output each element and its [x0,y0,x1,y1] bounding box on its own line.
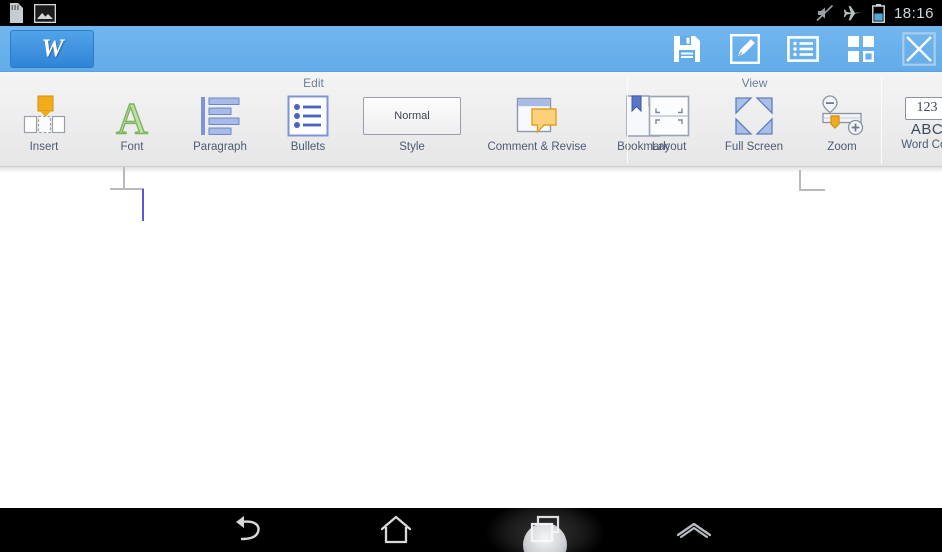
paragraph-icon [197,92,243,140]
menu-button[interactable] [634,508,754,552]
home-button[interactable] [336,508,456,552]
back-button[interactable] [188,508,308,552]
close-icon [902,32,936,66]
left-margin-mark-vertical [123,167,125,190]
mute-icon [816,4,834,22]
ribbon-item-word-count-label: Word Cou [901,139,942,151]
status-notification-icons [0,3,56,23]
svg-text:A: A [116,94,148,139]
app-title-bar: W [0,26,942,72]
ribbon-item-bullets[interactable]: Bullets [264,90,352,164]
chevron-up-icon [676,522,712,539]
ribbon-item-paragraph-label: Paragraph [193,141,247,153]
ribbon-item-bullets-label: Bullets [290,141,326,153]
bullets-icon [287,92,329,140]
word-count-number-box: 123 [905,96,942,120]
close-button[interactable] [902,32,936,66]
ribbon-group-view: View Layout Full Screen Zoom [628,72,881,166]
outline-button[interactable] [786,32,820,66]
ribbon-item-zoom[interactable]: Zoom [798,90,886,164]
zoom-slider-icon [817,92,867,140]
apps-button[interactable] [844,32,878,66]
document-canvas[interactable] [0,167,942,500]
word-count-icon: 123 ABC [905,96,942,138]
ribbon-item-layout[interactable]: Layout [628,90,710,164]
text-cursor [142,189,144,221]
ribbon-item-insert[interactable]: Insert [0,90,88,164]
ribbon-item-font-label: Font [120,141,144,153]
sd-card-icon [10,3,23,23]
airplane-mode-icon [843,6,862,21]
edit-button[interactable] [728,32,762,66]
grid-icon [848,36,875,63]
ribbon-item-layout-label: Layout [651,141,687,153]
left-margin-mark-horizontal [110,188,144,190]
ribbon-group-view-title: View [741,76,768,90]
ribbon-item-insert-label: Insert [29,141,59,153]
right-margin-mark-horizontal [799,189,825,191]
ribbon-item-paragraph[interactable]: Paragraph [176,90,264,164]
layout-icon [647,92,691,140]
home-icon [380,515,412,544]
ribbon-group-edit: Edit Insert A Font Paragraph Bullets Nor… [0,72,669,166]
word-count-abc: ABC [910,120,942,138]
status-clock: 18:16 [893,4,934,22]
pencil-icon [730,34,761,65]
app-logo-button[interactable]: W [10,30,94,68]
ribbon-item-font[interactable]: A Font [88,90,176,164]
ribbon-item-full-screen-label: Full Screen [724,141,784,153]
fullscreen-icon [731,92,777,140]
floppy-disk-icon [674,36,700,62]
ribbon-group-overflow: 123 ABC Word Cou [882,72,942,166]
insert-icon [20,92,68,140]
app-logo-label: W [41,35,63,62]
style-value: Normal [394,110,430,122]
ribbon-item-style-label: Style [399,141,425,153]
android-status-bar: 18:16 [0,0,942,26]
ribbon-group-edit-title: Edit [303,76,324,90]
right-margin-mark-vertical [799,170,801,191]
font-icon: A [109,92,155,140]
ribbon-item-style[interactable]: Normal Style [352,90,472,164]
list-icon [787,36,819,62]
battery-icon [872,3,885,23]
ribbon-item-word-count[interactable]: 123 ABC Word Cou [882,90,942,164]
ribbon-item-comment-revise-label: Comment & Revise [487,141,587,153]
style-value-box: Normal [363,97,461,135]
comment-icon [514,92,560,140]
android-navigation-bar [0,508,942,552]
ribbon-item-full-screen[interactable]: Full Screen [710,90,798,164]
status-system-icons: 18:16 [816,3,942,23]
app-toolbar [670,26,936,72]
ribbon-toolbar: Edit Insert A Font Paragraph Bullets Nor… [0,72,942,167]
ribbon-item-comment-revise[interactable]: Comment & Revise [472,90,602,164]
tablet-screen: 18:16 W Edit Insert A Font Paragraph Bul… [0,0,942,552]
image-icon [34,3,56,23]
save-button[interactable] [670,32,704,66]
ribbon-item-zoom-label: Zoom [827,141,857,153]
word-count-number: 123 [916,100,938,115]
style-icon: Normal [363,92,461,140]
back-arrow-icon [236,516,260,541]
